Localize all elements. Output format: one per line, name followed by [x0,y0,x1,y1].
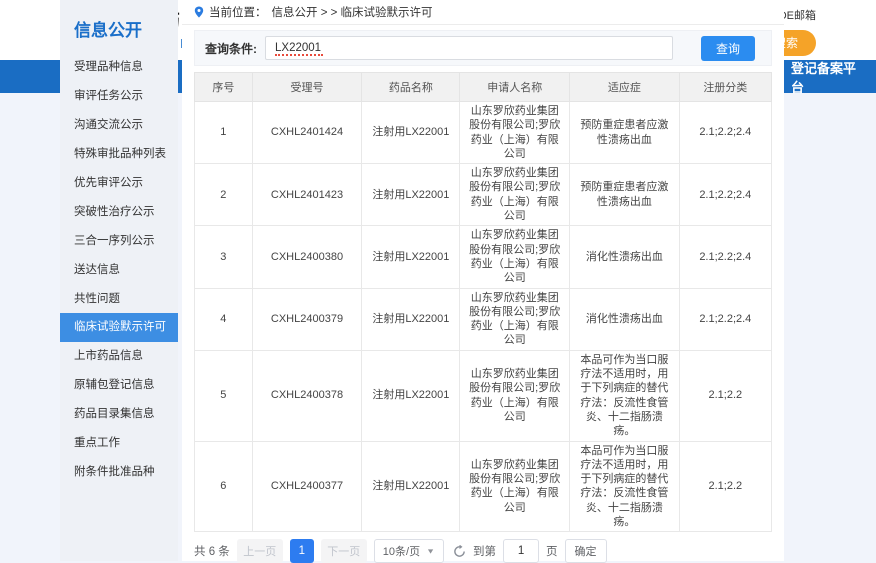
pagination-total: 共 6 条 [194,543,230,559]
cell-r5-c4: 本品可作为当口服疗法不适用时，用于下列病症的替代疗法：反流性食管炎、十二指肠溃疡… [570,441,680,532]
pagination: 共 6 条 上一页 1 下一页 10条/页 ▼ 到第 页 确定 [194,539,772,563]
cell-r2-c1: CXHL2400380 [252,226,362,288]
cell-r3-c1: CXHL2400379 [252,288,362,350]
refresh-icon[interactable] [453,545,466,558]
table-row-4: 5CXHL2400378注射用LX22001山东罗欣药业集团股份有限公司;罗欣药… [195,350,772,441]
cell-r3-c4: 消化性溃疡出血 [570,288,680,350]
sidebar-item-12[interactable]: 药品目录集信息 [60,400,178,429]
cell-r0-c1: CXHL2401424 [252,102,362,164]
column-header-4: 适应症 [570,73,680,102]
breadcrumb-pin-icon [194,6,204,18]
sidebar-item-9[interactable]: 临床试验默示许可 [60,313,178,342]
cell-r1-c4: 预防重症患者应激性溃疡出血 [570,164,680,226]
page: 国家药品监督管理局药品审评中心 CENTER FOR DRUG EVALUATI… [0,0,876,561]
cell-r5-c2: 注射用LX22001 [362,441,460,532]
results-table: 序号受理号药品名称申请人名称适应症注册分类 1CXHL2401424注射用LX2… [194,72,772,532]
cell-r1-c3: 山东罗欣药业集团股份有限公司;罗欣药业（上海）有限公司 [460,164,570,226]
table-row-5: 6CXHL2400377注射用LX22001山东罗欣药业集团股份有限公司;罗欣药… [195,441,772,532]
sidebar-item-14[interactable]: 附条件批准品种 [60,458,178,487]
query-panel: 查询条件: 查询 [194,30,772,66]
column-header-5: 注册分类 [679,73,771,102]
table-row-2: 3CXHL2400380注射用LX22001山东罗欣药业集团股份有限公司;罗欣药… [195,226,772,288]
goto-suffix: 页 [546,543,558,559]
cell-r5-c3: 山东罗欣药业集团股份有限公司;罗欣药业（上海）有限公司 [460,441,570,532]
chevron-down-icon: ▼ [426,547,435,555]
sidebar-item-10[interactable]: 上市药品信息 [60,342,178,371]
sidebar: 信息公开 受理品种信息审评任务公示沟通交流公示特殊审批品种列表优先审评公示突破性… [60,0,178,561]
cell-r1-c2: 注射用LX22001 [362,164,460,226]
cell-r0-c3: 山东罗欣药业集团股份有限公司;罗欣药业（上海）有限公司 [460,102,570,164]
cell-r2-c3: 山东罗欣药业集团股份有限公司;罗欣药业（上海）有限公司 [460,226,570,288]
sidebar-item-1[interactable]: 审评任务公示 [60,82,178,111]
page-size-select[interactable]: 10条/页 ▼ [374,539,444,563]
nav-item-9[interactable]: 登记备案平台 [774,60,876,93]
goto-prefix: 到第 [473,543,496,559]
cell-r2-c5: 2.1;2.2;2.4 [679,226,771,288]
sidebar-item-0[interactable]: 受理品种信息 [60,53,178,82]
sidebar-item-8[interactable]: 共性问题 [60,285,178,314]
next-page-button[interactable]: 下一页 [321,539,367,563]
cell-r1-c0: 2 [195,164,253,226]
prev-page-button[interactable]: 上一页 [237,539,283,563]
column-header-1: 受理号 [252,73,362,102]
cell-r0-c2: 注射用LX22001 [362,102,460,164]
column-header-0: 序号 [195,73,253,102]
table-row-1: 2CXHL2401423注射用LX22001山东罗欣药业集团股份有限公司;罗欣药… [195,164,772,226]
cell-r3-c0: 4 [195,288,253,350]
cell-r3-c3: 山东罗欣药业集团股份有限公司;罗欣药业（上海）有限公司 [460,288,570,350]
cell-r0-c0: 1 [195,102,253,164]
cell-r2-c0: 3 [195,226,253,288]
cell-r2-c4: 消化性溃疡出血 [570,226,680,288]
cell-r4-c3: 山东罗欣药业集团股份有限公司;罗欣药业（上海）有限公司 [460,350,570,441]
cell-r4-c5: 2.1;2.2 [679,350,771,441]
cell-r1-c5: 2.1;2.2;2.4 [679,164,771,226]
sidebar-item-6[interactable]: 三合一序列公示 [60,227,178,256]
breadcrumb-path: 信息公开 > > 临床试验默示许可 [272,4,433,20]
table-row-0: 1CXHL2401424注射用LX22001山东罗欣药业集团股份有限公司;罗欣药… [195,102,772,164]
sidebar-title: 信息公开 [60,12,178,53]
goto-confirm-button[interactable]: 确定 [565,539,607,563]
cell-r5-c5: 2.1;2.2 [679,441,771,532]
cell-r4-c1: CXHL2400378 [252,350,362,441]
sidebar-item-3[interactable]: 特殊审批品种列表 [60,140,178,169]
content-panel: 当前位置： 信息公开 > > 临床试验默示许可 查询条件: 查询 序号受理号药品名… [182,0,784,561]
table-row-3: 4CXHL2400379注射用LX22001山东罗欣药业集团股份有限公司;罗欣药… [195,288,772,350]
sidebar-item-7[interactable]: 送达信息 [60,256,178,285]
cell-r1-c1: CXHL2401423 [252,164,362,226]
cell-r3-c2: 注射用LX22001 [362,288,460,350]
cell-r0-c4: 预防重症患者应激性溃疡出血 [570,102,680,164]
cell-r4-c0: 5 [195,350,253,441]
sidebar-item-2[interactable]: 沟通交流公示 [60,111,178,140]
breadcrumb-prefix: 当前位置： [209,4,267,20]
cell-r4-c2: 注射用LX22001 [362,350,460,441]
cell-r5-c0: 6 [195,441,253,532]
column-header-2: 药品名称 [362,73,460,102]
query-label: 查询条件: [205,40,257,57]
column-header-3: 申请人名称 [460,73,570,102]
cell-r3-c5: 2.1;2.2;2.4 [679,288,771,350]
sidebar-item-13[interactable]: 重点工作 [60,429,178,458]
goto-page-input[interactable] [503,539,539,563]
cell-r5-c1: CXHL2400377 [252,441,362,532]
sidebar-item-4[interactable]: 优先审评公示 [60,169,178,198]
sidebar-item-5[interactable]: 突破性治疗公示 [60,198,178,227]
cell-r4-c4: 本品可作为当口服疗法不适用时，用于下列病症的替代疗法：反流性食管炎、十二指肠溃疡… [570,350,680,441]
cell-r2-c2: 注射用LX22001 [362,226,460,288]
query-input[interactable] [265,36,673,60]
cell-r0-c5: 2.1;2.2;2.4 [679,102,771,164]
breadcrumb: 当前位置： 信息公开 > > 临床试验默示许可 [182,0,784,25]
query-button[interactable]: 查询 [701,36,755,61]
page-size-label: 10条/页 [383,543,420,559]
sidebar-item-11[interactable]: 原辅包登记信息 [60,371,178,400]
page-number-1[interactable]: 1 [290,539,314,563]
